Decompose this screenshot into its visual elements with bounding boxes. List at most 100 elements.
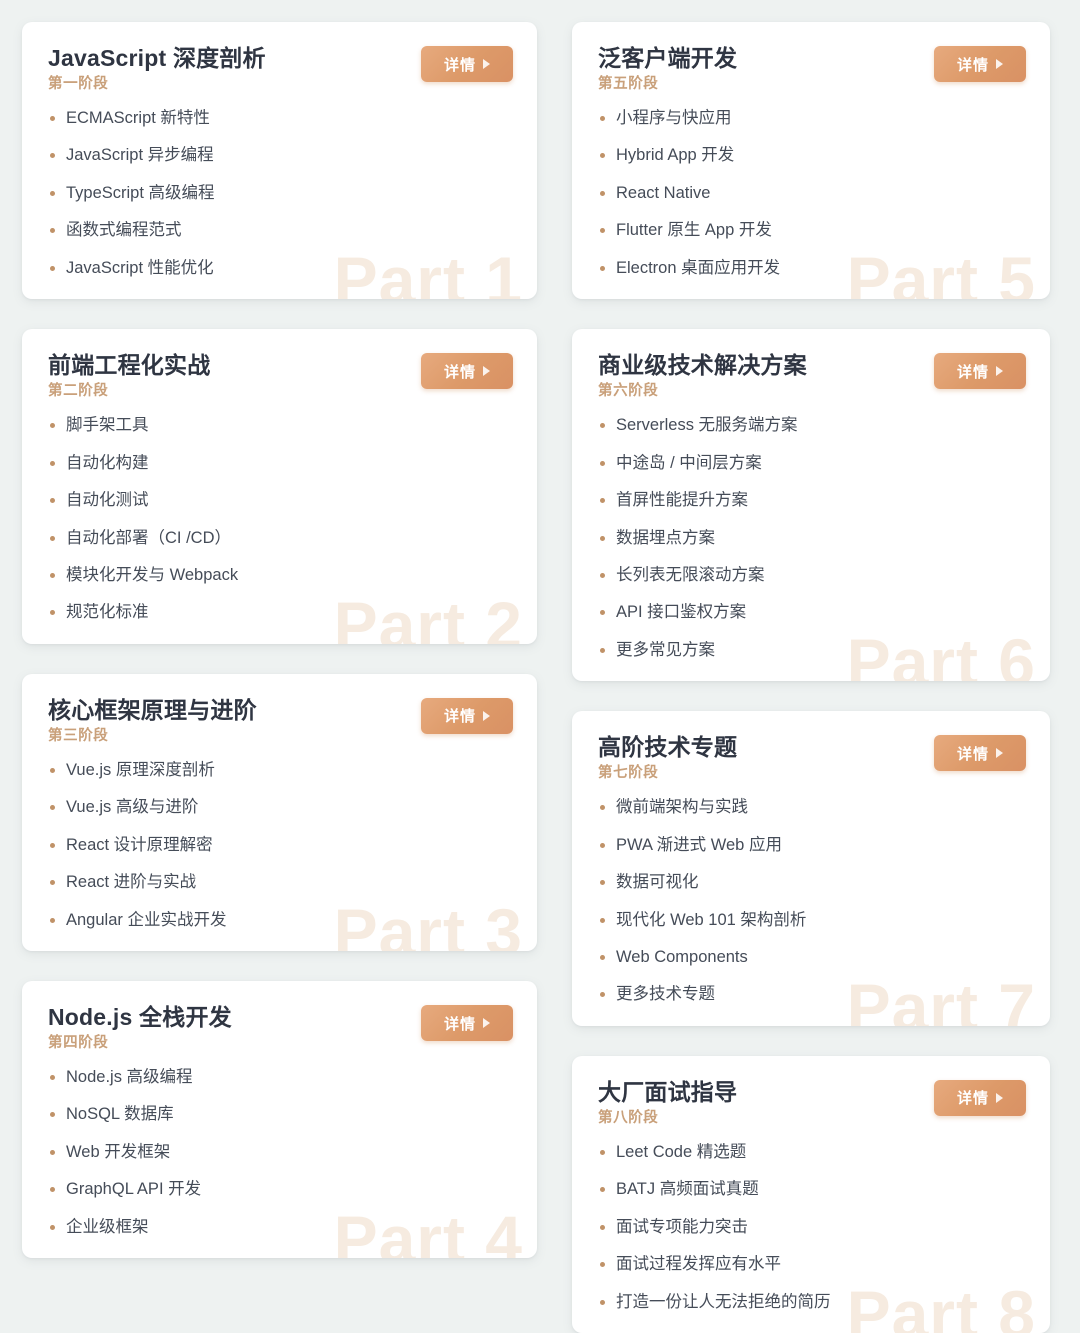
triangle-right-icon <box>483 1018 490 1028</box>
topic-list-item[interactable]: 函数式编程范式 <box>48 220 513 241</box>
detail-button[interactable]: 详情 <box>421 1005 513 1041</box>
topic-list-item[interactable]: React 进阶与实战 <box>48 872 513 893</box>
topic-list-item[interactable]: API 接口鉴权方案 <box>598 602 1026 623</box>
topic-list-item[interactable]: Electron 桌面应用开发 <box>598 258 1026 279</box>
topic-list-item[interactable]: TypeScript 高级编程 <box>48 183 513 204</box>
topic-list-item[interactable]: React 设计原理解密 <box>48 835 513 856</box>
topic-label: Node.js 高级编程 <box>66 1068 193 1086</box>
topic-list-item[interactable]: Angular 企业实战开发 <box>48 910 513 931</box>
topic-list-item[interactable]: 模块化开发与 Webpack <box>48 565 513 586</box>
bullet-dot-icon <box>50 498 55 504</box>
card-stage-label: 第七阶段 <box>598 765 659 782</box>
topic-list-item[interactable]: 自动化部署（CI /CD） <box>48 528 513 549</box>
topic-list-item[interactable]: Web Components <box>598 947 1026 968</box>
topic-list-item[interactable]: 更多技术专题 <box>598 984 1026 1005</box>
topic-label: 数据可视化 <box>616 873 699 892</box>
stage-card: Node.js 全栈开发 第四阶段 详情 Node.js 高级编程 NoSQL 数据库 W… <box>22 981 537 1259</box>
topic-list-item[interactable]: 更多常见方案 <box>598 640 1026 661</box>
triangle-right-icon <box>996 748 1003 759</box>
triangle-right-icon <box>996 59 1003 69</box>
card-header: 泛客户端开发 第五阶段 详情 <box>598 44 1026 98</box>
topic-list-item[interactable]: 首屏性能提升方案 <box>598 490 1026 511</box>
topic-list-item[interactable]: 自动化测试 <box>48 490 513 511</box>
topic-list-item[interactable]: Node.js 高级编程 <box>48 1067 513 1088</box>
bullet-dot-icon <box>600 917 605 923</box>
topic-label: 函数式编程范式 <box>66 221 182 240</box>
topic-label: React Native <box>616 183 711 202</box>
topic-list-item[interactable]: 微前端架构与实践 <box>598 797 1026 818</box>
topic-label: 数据埋点方案 <box>616 528 715 547</box>
card-title: 大厂面试指导 <box>598 1078 738 1105</box>
topic-list-item[interactable]: Leet Code 精选题 <box>598 1142 1026 1163</box>
topic-label: JavaScript 异步编程 <box>66 146 214 165</box>
topic-list-item[interactable]: PWA 渐进式 Web 应用 <box>598 835 1026 856</box>
topic-list-item[interactable]: 企业级框架 <box>48 1217 513 1238</box>
detail-button[interactable]: 详情 <box>421 353 513 390</box>
topic-label: Serverless 无服务端方案 <box>616 416 798 435</box>
bullet-dot-icon <box>600 153 605 159</box>
topic-label: 微前端架构与实践 <box>616 798 748 817</box>
card-stage-label: 第三阶段 <box>48 727 109 744</box>
card-title: 核心框架原理与进阶 <box>48 696 257 723</box>
topic-list: 微前端架构与实践 PWA 渐进式 Web 应用数据可视化现代化 Web 101 架… <box>598 797 1026 1006</box>
bullet-dot-icon <box>600 116 605 121</box>
topic-list: 小程序与快应用 Hybrid App 开发 React Native Flutter … <box>598 108 1026 279</box>
topic-label: Vue.js 高级与进阶 <box>66 798 199 817</box>
topic-list: Leet Code 精选题 BATJ 高频面试真题 面试专项能力突击 面试过程发挥应有… <box>598 1142 1026 1313</box>
bullet-dot-icon <box>600 880 605 886</box>
topic-list-item[interactable]: 数据可视化 <box>598 872 1026 893</box>
card-stage-label: 第五阶段 <box>598 76 659 93</box>
topic-list-item[interactable]: JavaScript 性能优化 <box>48 258 513 279</box>
topic-list-item[interactable]: Serverless 无服务端方案 <box>598 415 1026 436</box>
topic-label: NoSQL 数据库 <box>66 1105 174 1124</box>
stage-card: 泛客户端开发 第五阶段 详情 小程序与快应用 Hybrid App 开发 React Na… <box>572 22 1050 300</box>
topic-list-item[interactable]: 小程序与快应用 <box>598 108 1026 129</box>
detail-button-label: 详情 <box>956 745 989 763</box>
stage-card: 商业级技术解决方案 第六阶段 详情 Serverless 无服务端方案 中途岛 / 中间… <box>572 329 1050 682</box>
topic-list-item[interactable]: Vue.js 原理深度剖析 <box>48 760 513 781</box>
topic-list-item[interactable]: NoSQL 数据库 <box>48 1104 513 1125</box>
topic-label: TypeScript 高级编程 <box>66 183 215 202</box>
topic-list-item[interactable]: 面试过程发挥应有水平 <box>598 1254 1026 1275</box>
detail-button[interactable]: 详情 <box>421 46 513 82</box>
topic-label: Web 开发框架 <box>66 1142 171 1161</box>
topic-list-item[interactable]: 数据埋点方案 <box>598 528 1026 549</box>
bullet-dot-icon <box>50 917 55 923</box>
bullet-dot-icon <box>50 190 55 196</box>
detail-button[interactable]: 详情 <box>934 735 1026 772</box>
topic-list-item[interactable]: Hybrid App 开发 <box>598 145 1026 166</box>
topic-list-item[interactable]: ECMAScript 新特性 <box>48 108 513 129</box>
topic-list-item[interactable]: 规范化标准 <box>48 602 513 623</box>
bullet-dot-icon <box>50 1149 55 1155</box>
topic-list-item[interactable]: 自动化构建 <box>48 453 513 474</box>
topic-list-item[interactable]: GraphQL API 开发 <box>48 1179 513 1200</box>
topic-list: Node.js 高级编程 NoSQL 数据库 Web 开发框架 GraphQL API… <box>48 1067 513 1238</box>
detail-button[interactable]: 详情 <box>934 1079 1026 1116</box>
topic-list-item[interactable]: Web 开发框架 <box>48 1142 513 1163</box>
topic-list-item[interactable]: 脚手架工具 <box>48 415 513 436</box>
detail-button-label: 详情 <box>443 56 476 74</box>
topic-label: Web Components <box>616 948 748 966</box>
card-header: 大厂面试指导 第八阶段 详情 <box>598 1078 1026 1132</box>
bullet-dot-icon <box>50 805 55 811</box>
topic-label: Vue.js 原理深度剖析 <box>66 760 215 779</box>
topic-list-item[interactable]: Vue.js 高级与进阶 <box>48 797 513 818</box>
bullet-dot-icon <box>600 1187 605 1193</box>
detail-button[interactable]: 详情 <box>934 353 1026 390</box>
topic-list-item[interactable]: Flutter 原生 App 开发 <box>598 220 1026 241</box>
curriculum-column-left: JavaScript 深度剖析 第一阶段 详情 ECMAScript 新特性 JavaS… <box>22 22 537 1259</box>
topic-list-item[interactable]: JavaScript 异步编程 <box>48 145 513 166</box>
topic-list-item[interactable]: 面试专项能力突击 <box>598 1217 1026 1238</box>
detail-button[interactable]: 详情 <box>421 697 513 734</box>
topic-list-item[interactable]: React Native <box>598 183 1026 204</box>
bullet-dot-icon <box>50 1112 55 1118</box>
topic-list-item[interactable]: 中途岛 / 中间层方案 <box>598 453 1026 474</box>
topic-label: 规范化标准 <box>66 603 149 622</box>
topic-list-item[interactable]: 打造一份让人无法拒绝的简历 <box>598 1292 1026 1313</box>
detail-button[interactable]: 详情 <box>934 46 1026 82</box>
topic-label: Angular 企业实战开发 <box>66 910 227 929</box>
topic-list-item[interactable]: 长列表无限滚动方案 <box>598 565 1026 586</box>
topic-list-item[interactable]: 现代化 Web 101 架构剖析 <box>598 910 1026 931</box>
topic-list-item[interactable]: BATJ 高频面试真题 <box>598 1179 1026 1200</box>
triangle-right-icon <box>996 366 1003 377</box>
